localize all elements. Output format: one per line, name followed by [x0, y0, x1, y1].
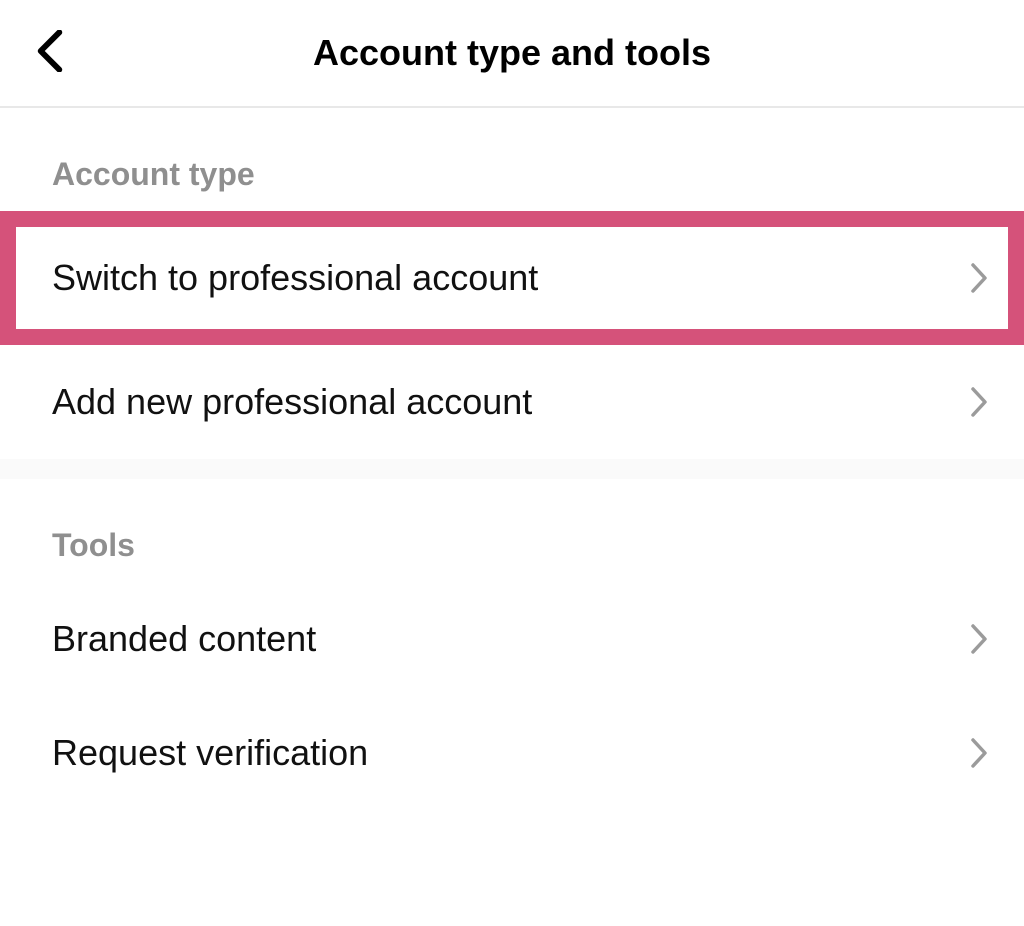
page-title: Account type and tools [28, 32, 996, 74]
row-request-verification[interactable]: Request verification [0, 696, 1024, 810]
row-label: Switch to professional account [52, 257, 538, 299]
row-branded-content[interactable]: Branded content [0, 582, 1024, 696]
row-label: Request verification [52, 732, 368, 774]
section-header-account-type: Account type [0, 108, 1024, 211]
chevron-right-icon [970, 737, 988, 769]
section-tools: Tools Branded content Request verificati… [0, 479, 1024, 810]
back-button[interactable] [28, 22, 72, 85]
row-add-new-professional-account[interactable]: Add new professional account [0, 345, 1024, 459]
row-label: Branded content [52, 618, 316, 660]
row-label: Add new professional account [52, 381, 532, 423]
chevron-right-icon [970, 386, 988, 418]
section-account-type: Account type Switch to professional acco… [0, 108, 1024, 459]
section-header-tools: Tools [0, 479, 1024, 582]
chevron-right-icon [970, 623, 988, 655]
highlighted-row-wrapper: Switch to professional account [0, 211, 1024, 345]
header: Account type and tools [0, 0, 1024, 108]
chevron-right-icon [970, 262, 988, 294]
row-switch-to-professional-account[interactable]: Switch to professional account [16, 227, 1008, 329]
section-divider [0, 459, 1024, 479]
chevron-left-icon [36, 30, 64, 77]
